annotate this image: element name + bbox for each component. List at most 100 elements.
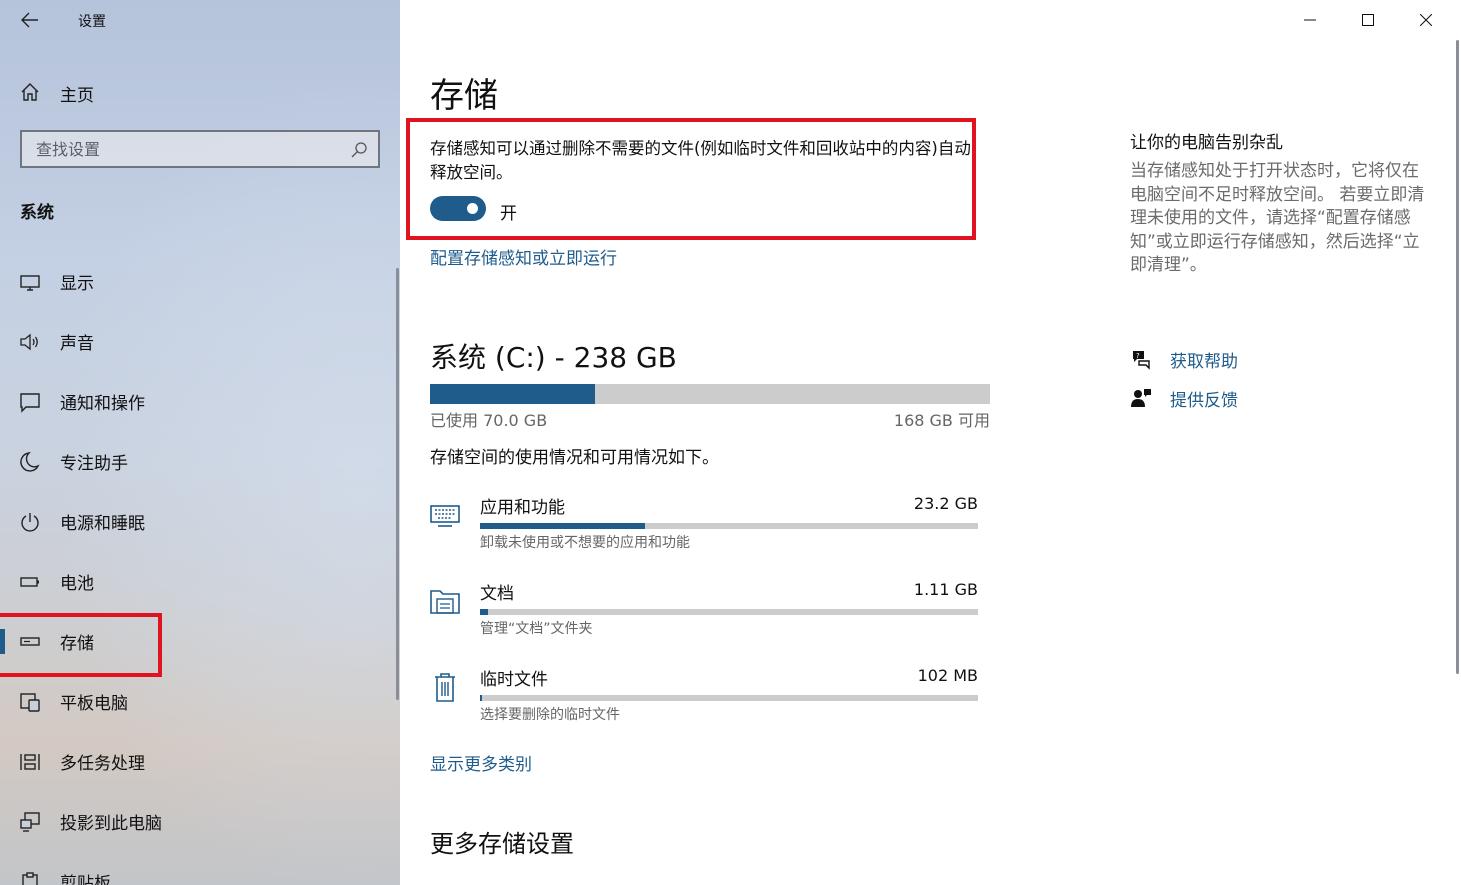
svg-text:?: ? [1136,352,1140,360]
category-usage-fill [480,695,482,701]
sidebar-item-display[interactable]: 显示 [0,256,396,306]
category-name: 文档 [480,584,514,604]
tablet-icon [20,693,40,712]
sidebar-item-label: 专注助手 [60,454,128,474]
apps-keyboard-icon [430,505,460,527]
battery-icon [20,577,39,587]
give-feedback-link[interactable]: 提供反馈 [1128,383,1388,413]
toggle-knob [467,203,478,214]
multitask-icon [20,754,40,770]
minimize-icon [1304,19,1316,21]
documents-folder-icon [430,590,460,614]
category-usage-bar [480,695,978,701]
close-icon [1420,14,1432,26]
sidebar-item-sound[interactable]: 声音 [0,316,396,366]
help-chat-icon: ? [1133,351,1150,370]
sidebar-item-label: 存储 [60,634,94,654]
sidebar-item-storage[interactable]: 存储 [0,616,396,666]
drive-title: 系统 (C:) - 238 GB [430,341,677,374]
trash-icon [435,673,455,702]
sidebar-item-multitasking[interactable]: 多任务处理 [0,736,396,786]
category-apps[interactable]: 应用和功能 23.2 GB 卸载未使用或不想要的应用和功能 [426,493,986,565]
category-name: 应用和功能 [480,498,565,518]
sidebar: 设置 主页 系统 显示 声音 通知和操作 [0,0,400,885]
title-bar: 设置 [0,0,400,40]
page-title: 存储 [430,76,498,116]
section-title: 系统 [20,203,54,223]
category-size: 23.2 GB [913,494,978,513]
category-name: 临时文件 [480,670,548,690]
sidebar-item-clipboard[interactable]: 剪贴板 [0,856,396,885]
sidebar-item-label: 多任务处理 [60,754,145,774]
category-documents[interactable]: 文档 1.11 GB 管理“文档”文件夹 [426,579,986,651]
project-icon [20,812,40,832]
show-more-categories-link[interactable]: 显示更多类别 [430,750,532,775]
sidebar-item-power[interactable]: 电源和睡眠 [0,496,396,546]
more-storage-settings-heading: 更多存储设置 [430,830,574,858]
maximize-button[interactable] [1339,0,1397,40]
storage-drive-icon [20,637,40,646]
sidebar-item-label: 投影到此电脑 [60,814,162,834]
give-feedback-label[interactable]: 提供反馈 [1170,386,1238,411]
category-subtitle: 选择要删除的临时文件 [480,707,620,723]
main-content: 存储 存储感知可以通过删除不需要的文件(例如临时文件和回收站中的内容)自动释放空… [400,0,1461,885]
sidebar-item-battery[interactable]: 电池 [0,556,396,606]
right-panel-title: 让你的电脑告别杂乱 [1130,133,1283,153]
close-button[interactable] [1397,0,1455,40]
free-space-label: 168 GB 可用 [893,411,990,430]
toggle-state-label: 开 [500,204,517,224]
sidebar-item-label: 显示 [60,274,94,294]
sidebar-item-label: 主页 [60,86,94,106]
category-temp-files[interactable]: 临时文件 102 MB 选择要删除的临时文件 [426,665,986,737]
sidebar-item-tablet[interactable]: 平板电脑 [0,676,396,726]
sidebar-item-project[interactable]: 投影到此电脑 [0,796,396,846]
get-help-link[interactable]: ? 获取帮助 [1128,344,1388,374]
moon-icon [20,452,40,472]
used-space-label: 已使用 70.0 GB [430,411,548,430]
maximize-icon [1362,14,1374,26]
category-size: 102 MB [917,666,978,685]
category-size: 1.11 GB [913,580,978,599]
category-usage-fill [480,609,488,615]
configure-storage-sense-link[interactable]: 配置存储感知或立即运行 [430,244,617,269]
window-controls [1281,0,1461,40]
category-subtitle: 管理“文档”文件夹 [480,621,593,637]
get-help-label[interactable]: 获取帮助 [1170,347,1238,372]
sidebar-item-notifications[interactable]: 通知和操作 [0,376,396,426]
sidebar-item-focus-assist[interactable]: 专注助手 [0,436,396,486]
search-input[interactable] [22,132,342,166]
sidebar-item-label: 剪贴板 [60,874,111,885]
home-icon [21,83,39,101]
category-usage-fill [480,523,645,529]
sidebar-item-label: 通知和操作 [60,394,145,414]
main-scrollbar[interactable] [1456,40,1459,674]
sidebar-item-label: 电池 [60,574,94,594]
back-arrow-icon [21,12,38,28]
right-panel-description: 当存储感知处于打开状态时，它将仅在电脑空间不足时释放空间。 若要立即清理未使用的… [1130,161,1425,275]
search-box [20,130,380,168]
sidebar-item-label: 平板电脑 [60,694,128,714]
power-icon [21,513,39,532]
search-icon[interactable] [350,141,368,159]
window-title: 设置 [78,14,106,30]
notification-icon [20,393,40,413]
category-subtitle: 卸载未使用或不想要的应用和功能 [480,535,690,551]
sidebar-item-label: 电源和睡眠 [60,514,145,534]
feedback-person-icon [1131,389,1151,407]
back-button[interactable] [14,6,46,34]
storage-sense-description: 存储感知可以通过删除不需要的文件(例如临时文件和回收站中的内容)自动释放空间。 [430,139,971,182]
usage-description: 存储空间的使用情况和可用情况如下。 [430,448,719,468]
sidebar-item-home[interactable]: 主页 [0,72,400,112]
clipboard-icon [22,872,38,885]
drive-usage-fill [430,384,595,404]
sidebar-item-label: 声音 [60,334,94,354]
category-usage-bar [480,523,978,529]
sidebar-scrollbar[interactable] [396,268,399,700]
minimize-button[interactable] [1281,0,1339,40]
storage-sense-toggle[interactable] [430,196,486,221]
display-icon [20,275,40,291]
category-usage-bar [480,609,978,615]
active-indicator [0,629,5,654]
drive-usage-bar [430,384,990,404]
speaker-icon [20,333,38,351]
